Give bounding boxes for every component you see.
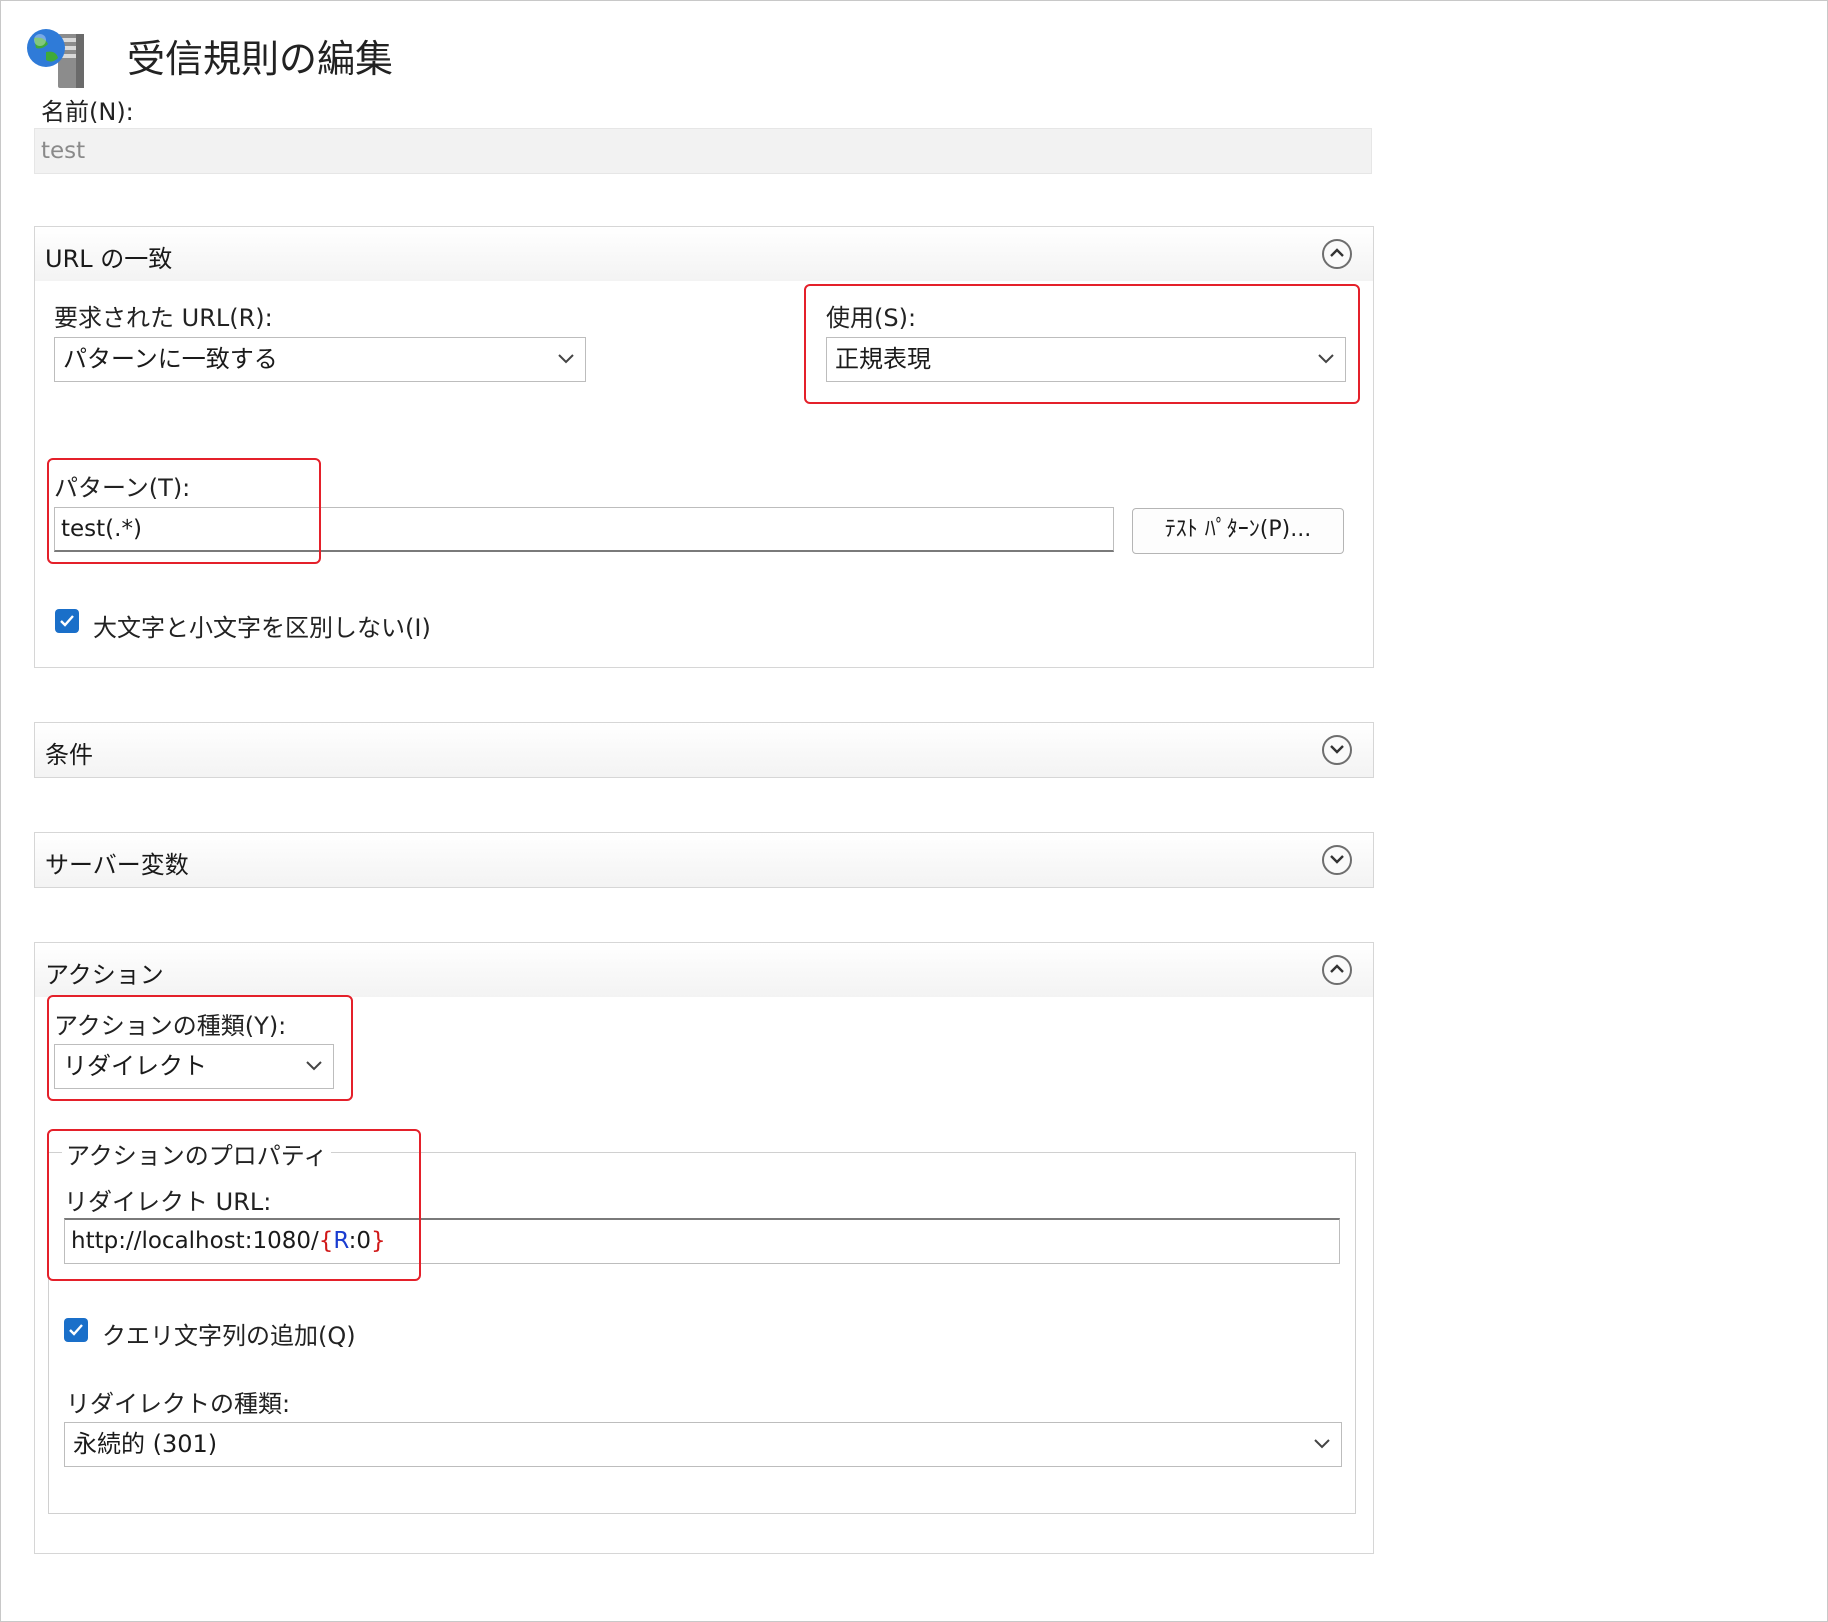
highlight-action-properties [47,1129,421,1281]
collapse-url-match-icon[interactable] [1322,239,1352,269]
ignore-case-label: 大文字と小文字を区別しない(I) [93,614,431,642]
chevron-down-icon [558,354,574,364]
requested-url-dropdown[interactable]: パターンに一致する [54,337,586,382]
collapse-action-icon[interactable] [1322,955,1352,985]
highlight-using [804,284,1360,404]
expand-server-variables-icon[interactable] [1322,845,1352,875]
server-variables-section: サーバー変数 [34,832,1374,888]
redirect-type-label: リダイレクトの種類: [66,1390,291,1418]
ignore-case-checkbox[interactable] [55,609,79,633]
chevron-down-icon [1314,1439,1330,1449]
highlight-pattern [47,458,321,564]
conditions-header[interactable]: 条件 [35,723,1373,777]
highlight-action-type [47,995,353,1101]
expand-conditions-icon[interactable] [1322,735,1352,765]
test-pattern-button[interactable]: ﾃｽﾄ ﾊﾟﾀｰﾝ(P)... [1132,508,1344,554]
action-header[interactable]: アクション [35,943,1373,997]
server-variables-header[interactable]: サーバー変数 [35,833,1373,887]
append-query-label: クエリ文字列の追加(Q) [102,1322,356,1350]
conditions-section: 条件 [34,722,1374,778]
append-query-checkbox[interactable] [64,1318,88,1342]
name-field[interactable]: test [34,128,1372,174]
url-match-header[interactable]: URL の一致 [35,227,1373,281]
redirect-type-dropdown[interactable]: 永続的 (301) [64,1422,1342,1467]
name-label: 名前(N): [41,98,134,126]
page-title: 受信規則の編集 [127,37,394,81]
requested-url-label: 要求された URL(R): [54,304,273,332]
globe-server-icon [24,26,90,90]
